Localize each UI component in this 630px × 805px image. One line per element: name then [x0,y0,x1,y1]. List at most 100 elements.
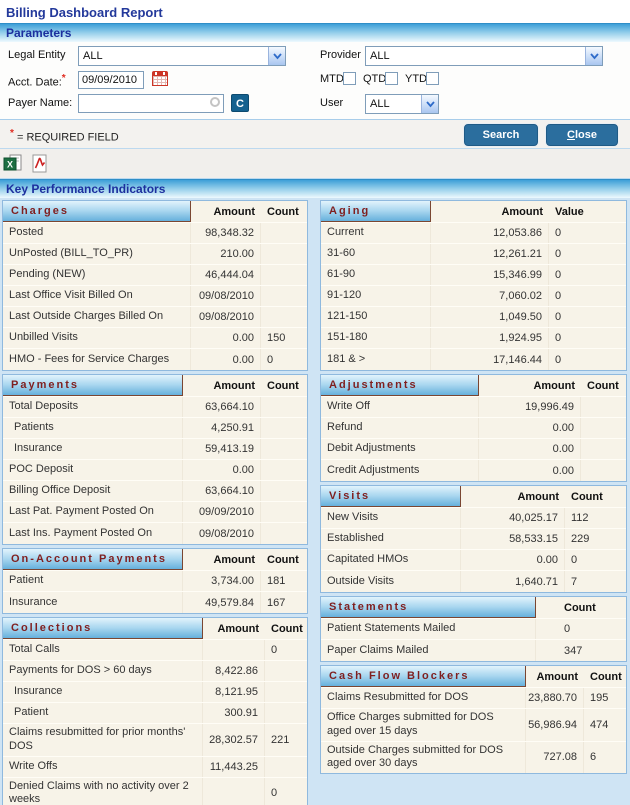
search-button[interactable]: Search [464,124,538,146]
acct-date-input[interactable] [78,71,144,89]
row-label: Claims Resubmitted for DOS [321,688,526,708]
row-label: Capitated HMOs [321,550,461,570]
table-row: Denied Claims with no activity over 2 we… [3,778,307,805]
mtd-checkbox[interactable] [343,72,356,85]
cell-amount: 8,121.95 [203,682,265,702]
table-title: Cash Flow Blockers [321,666,526,687]
table-row: Last Ins. Payment Posted On09/08/2010 [3,523,307,544]
legal-entity-select[interactable]: ALL [78,46,286,66]
cell-count: 150 [261,328,307,348]
excel-export-icon[interactable]: X [3,154,23,174]
table-row: Patient300.91 [3,703,307,724]
calendar-icon[interactable] [152,71,168,86]
table-row: Last Office Visit Billed On09/08/2010 [3,286,307,307]
table-row: Insurance8,121.95 [3,682,307,703]
table-row: Debit Adjustments0.00 [321,439,626,460]
table-row: Outside Charges submitted for DOS aged o… [321,742,626,774]
row-label: Last Office Visit Billed On [3,286,191,306]
export-toolbar: X [0,149,630,179]
search-lookup-icon[interactable] [210,97,220,107]
cell-count: 0 [549,223,626,243]
row-label: Insurance [3,592,183,613]
row-label: Established [321,529,461,549]
cell-count: 474 [584,709,626,741]
table-title: Payments [3,375,183,396]
cell-count [261,523,307,544]
cell-amount: 09/08/2010 [183,523,261,544]
ytd-checkbox[interactable] [426,72,439,85]
cell-count: 0 [549,286,626,306]
row-label: Last Pat. Payment Posted On [3,502,183,522]
column-header-amount: Amount [431,201,549,222]
cell-count [261,244,307,264]
cell-amount: 09/09/2010 [183,502,261,522]
table-row: 61-9015,346.990 [321,265,626,286]
table-title: On-Account Payments [3,549,183,570]
table-row: Refund0.00 [321,418,626,439]
table-row: Outside Visits1,640.717 [321,571,626,592]
column-header-count: Count [261,201,307,222]
cell-amount: 12,053.86 [431,223,549,243]
table-header-row: AdjustmentsAmountCount [321,375,626,397]
kpi-table-aging: AgingAmountValueCurrent12,053.86031-6012… [320,200,627,371]
table-header-row: StatementsCount [321,597,626,619]
provider-select[interactable]: ALL [365,46,603,66]
table-header-row: Cash Flow BlockersAmountCount [321,666,626,688]
row-label: Write Off [321,397,479,417]
row-label: 181 & > [321,349,431,370]
table-row: Insurance59,413.19 [3,439,307,460]
row-label: Patients [3,418,183,438]
chevron-down-icon[interactable] [421,95,438,113]
cell-amount: 727.08 [526,742,584,774]
column-header-amount: Amount [461,486,565,507]
kpi-table-onaccount: On-Account PaymentsAmountCountPatient3,7… [2,548,308,614]
table-row: HMO - Fees for Service Charges0.000 [3,349,307,370]
cell-count: 0 [565,550,626,570]
cell-count [261,307,307,327]
cell-count [261,265,307,285]
cell-amount: 0.00 [479,460,581,481]
user-select[interactable]: ALL [365,94,439,114]
acct-date-label-text: Acct. Date: [8,77,62,89]
cell-count [265,703,307,723]
ytd-label: YTD [405,73,427,85]
table-title: Aging [321,201,431,222]
cell-amount: 0.00 [479,439,581,459]
close-button-label: Close [547,129,617,141]
column-header-count: Count [565,486,626,507]
cell-count [261,286,307,306]
table-row: Claims resubmitted for prior months' DOS… [3,724,307,757]
cell-count: 0 [549,328,626,348]
chevron-down-icon[interactable] [268,47,285,65]
table-row: Posted98,348.32 [3,223,307,244]
row-label: Denied Claims with no activity over 2 we… [3,778,203,805]
clear-payer-button[interactable]: C [231,94,249,112]
row-label: Patient [3,703,203,723]
cell-count: 7 [565,571,626,592]
parameters-footer: * = REQUIRED FIELD Search Close [0,119,630,149]
row-label: Paper Claims Mailed [321,640,536,661]
qtd-checkbox[interactable] [385,72,398,85]
table-row: Insurance49,579.84167 [3,592,307,613]
cell-amount [203,640,265,660]
chevron-down-icon[interactable] [585,47,602,65]
kpi-table-collections: CollectionsAmountCountTotal Calls0Paymen… [2,617,308,805]
cell-amount: 09/08/2010 [191,307,261,327]
payer-name-input[interactable] [78,94,224,113]
parameters-section-header: Parameters [0,23,630,42]
cell-amount: 1,640.71 [461,571,565,592]
column-header-amount: Amount [183,375,261,396]
table-row: Billing Office Deposit63,664.10 [3,481,307,502]
row-label: New Visits [321,508,461,528]
column-header-count: Count [261,549,307,570]
table-header-row: On-Account PaymentsAmountCount [3,549,307,571]
table-title: Adjustments [321,375,479,396]
table-row: 31-6012,261.210 [321,244,626,265]
required-asterisk: * [10,128,14,139]
pdf-export-icon[interactable] [30,154,50,174]
cell-amount: 0.00 [191,349,261,370]
close-button[interactable]: Close [546,124,618,146]
cell-count: 0 [549,244,626,264]
payer-name-field-wrap [78,94,224,113]
svg-text:X: X [7,160,13,170]
